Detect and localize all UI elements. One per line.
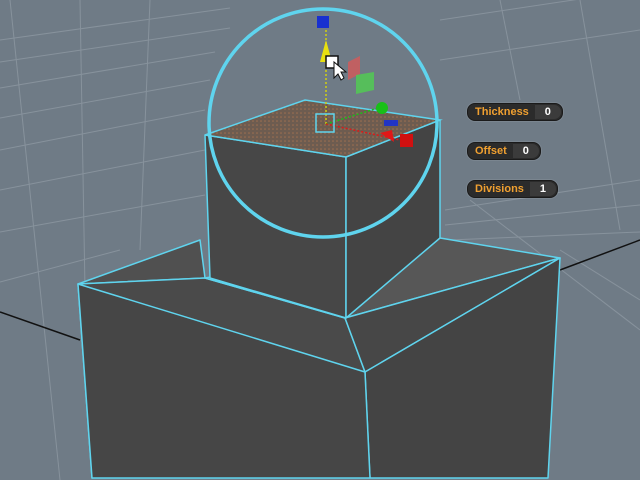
thickness-field[interactable]: Thickness 0 [467, 103, 563, 121]
move-arrow-z[interactable] [317, 16, 329, 28]
offset-label: Offset [475, 145, 507, 157]
offset-field[interactable]: Offset 0 [467, 142, 541, 160]
scale-plane-handle-2[interactable] [356, 72, 374, 94]
move-plane-handle[interactable] [384, 120, 398, 126]
offset-value[interactable]: 0 [512, 144, 539, 158]
move-arrow-x[interactable] [400, 134, 413, 147]
divisions-label: Divisions [475, 183, 524, 195]
thickness-value[interactable]: 0 [534, 105, 561, 119]
divisions-value[interactable]: 1 [529, 182, 556, 196]
move-arrow-y[interactable] [376, 102, 388, 114]
thickness-label: Thickness [475, 106, 529, 118]
cursor-arrow-icon [325, 55, 348, 81]
divisions-field[interactable]: Divisions 1 [467, 180, 558, 198]
3d-viewport[interactable] [0, 0, 640, 480]
